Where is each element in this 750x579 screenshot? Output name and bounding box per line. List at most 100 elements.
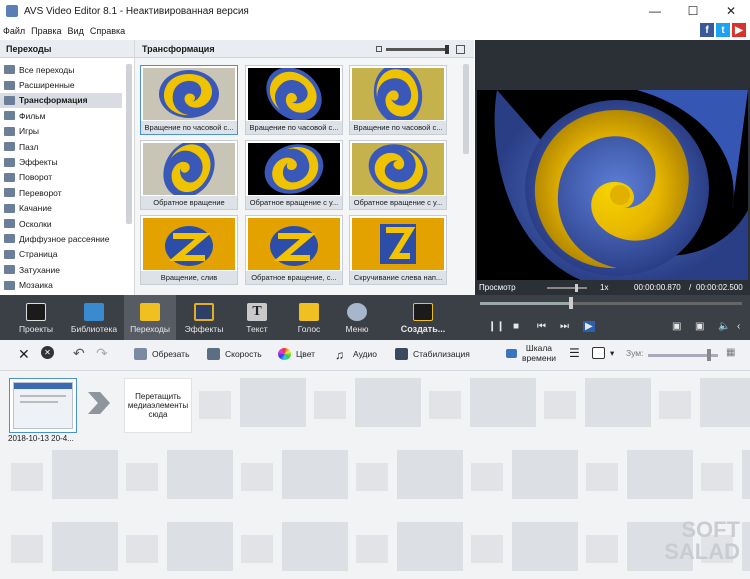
empty-transition-slot[interactable] bbox=[11, 463, 43, 491]
delete-icon[interactable]: ✕ bbox=[18, 346, 30, 363]
empty-clip-slot[interactable] bbox=[585, 378, 651, 427]
thumb-size-slider[interactable] bbox=[386, 48, 448, 51]
empty-clip-slot[interactable] bbox=[240, 378, 306, 427]
empty-clip-slot[interactable] bbox=[397, 450, 463, 499]
transition-thumbnail[interactable]: Вращение по часовой с... bbox=[140, 65, 238, 135]
empty-clip-slot[interactable] bbox=[512, 450, 578, 499]
empty-clip-slot[interactable] bbox=[627, 450, 693, 499]
empty-transition-slot[interactable] bbox=[471, 463, 503, 491]
empty-transition-slot[interactable] bbox=[314, 391, 346, 419]
empty-transition-slot[interactable] bbox=[11, 535, 43, 563]
transition-thumbnail[interactable]: Обратное вращение bbox=[140, 140, 238, 210]
empty-clip-slot[interactable] bbox=[470, 378, 536, 427]
next-frame-icon[interactable]: ⏭ bbox=[560, 321, 569, 332]
empty-transition-slot[interactable] bbox=[126, 535, 158, 563]
maximize-button[interactable]: ☐ bbox=[674, 0, 712, 22]
remove-all-icon[interactable]: ✕ bbox=[41, 346, 54, 359]
drop-zone[interactable]: Перетащить медиаэлементы сюда bbox=[124, 378, 192, 433]
close-button[interactable]: ✕ bbox=[712, 0, 750, 22]
menu-edit[interactable]: Правка bbox=[28, 26, 64, 36]
transition-thumbnail[interactable]: Обратное вращение с у... bbox=[245, 140, 343, 210]
pause-icon[interactable]: ❙❙ bbox=[488, 321, 505, 332]
color-button[interactable]: Цвет bbox=[278, 348, 315, 360]
empty-transition-slot[interactable] bbox=[356, 463, 388, 491]
empty-clip-slot[interactable] bbox=[355, 378, 421, 427]
transition-slot-arrow-icon[interactable] bbox=[88, 392, 110, 414]
category-item[interactable]: Все переходы bbox=[0, 62, 122, 77]
category-item[interactable]: Трансформация bbox=[0, 92, 122, 109]
category-item[interactable]: Мозаика bbox=[0, 277, 122, 292]
fullscreen-play-icon[interactable]: ▶ bbox=[583, 321, 595, 332]
category-item[interactable]: Поворот bbox=[0, 170, 122, 185]
menu-file[interactable]: Файл bbox=[0, 26, 28, 36]
video-clip[interactable] bbox=[9, 378, 77, 433]
transitions-button[interactable]: Переходы bbox=[124, 295, 176, 340]
transition-thumbnail[interactable]: Обратное вращение с у... bbox=[349, 140, 447, 210]
thumb-size-handle[interactable] bbox=[445, 45, 449, 54]
volume-icon[interactable]: 🔈 bbox=[718, 321, 730, 332]
empty-clip-slot[interactable] bbox=[282, 450, 348, 499]
projects-button[interactable]: Проекты bbox=[10, 295, 62, 340]
transition-thumbnail[interactable]: Вращение по часовой с... bbox=[245, 65, 343, 135]
stop-icon[interactable]: ■ bbox=[513, 321, 519, 332]
transition-thumbnail[interactable]: Обратное вращение, с... bbox=[245, 215, 343, 285]
empty-transition-slot[interactable] bbox=[544, 391, 576, 419]
empty-clip-slot[interactable] bbox=[167, 522, 233, 571]
category-item[interactable]: Расширенные bbox=[0, 77, 122, 92]
categories-scrollbar[interactable] bbox=[126, 64, 132, 224]
category-item[interactable]: Эффекты bbox=[0, 154, 122, 169]
empty-clip-slot[interactable] bbox=[512, 522, 578, 571]
category-item[interactable]: Диффузное рассеяние bbox=[0, 231, 122, 246]
trim-button[interactable]: Обрезать bbox=[134, 348, 190, 360]
transition-thumbnail[interactable]: Скручивание слева нап... bbox=[349, 215, 447, 285]
library-button[interactable]: Библиотека bbox=[66, 295, 122, 340]
speed-button[interactable]: Скорость bbox=[207, 348, 262, 360]
empty-transition-slot[interactable] bbox=[659, 391, 691, 419]
transition-thumbnail[interactable]: Вращение по часовой с... bbox=[349, 65, 447, 135]
category-item[interactable]: Страница bbox=[0, 247, 122, 262]
empty-transition-slot[interactable] bbox=[241, 535, 273, 563]
empty-transition-slot[interactable] bbox=[701, 463, 733, 491]
empty-clip-slot[interactable] bbox=[52, 450, 118, 499]
empty-clip-slot[interactable] bbox=[397, 522, 463, 571]
minimize-button[interactable]: — bbox=[636, 0, 674, 22]
empty-transition-slot[interactable] bbox=[586, 463, 618, 491]
empty-clip-slot[interactable] bbox=[282, 522, 348, 571]
category-item[interactable]: Игры bbox=[0, 124, 122, 139]
empty-transition-slot[interactable] bbox=[429, 391, 461, 419]
timeline-scale-button[interactable]: Шкала времени bbox=[506, 343, 556, 363]
empty-clip-slot[interactable] bbox=[742, 450, 750, 499]
large-thumbs-icon[interactable] bbox=[456, 45, 465, 54]
empty-transition-slot[interactable] bbox=[126, 463, 158, 491]
aspect-ratio-button[interactable]: ▾ bbox=[592, 347, 614, 359]
voice-button[interactable]: Голос bbox=[288, 295, 330, 340]
stabilize-button[interactable]: Стабилизация bbox=[395, 348, 470, 360]
empty-clip-slot[interactable] bbox=[167, 450, 233, 499]
preview-progress-handle[interactable] bbox=[569, 297, 574, 309]
audio-button[interactable]: ♫ Аудио bbox=[335, 348, 377, 362]
menu-button[interactable]: Меню bbox=[336, 295, 378, 340]
empty-clip-slot[interactable] bbox=[742, 522, 750, 571]
empty-clip-slot[interactable] bbox=[700, 378, 750, 427]
detach-preview-icon[interactable]: ▣ bbox=[672, 321, 681, 332]
audio-mixer-icon[interactable]: ☰ bbox=[569, 346, 580, 360]
menu-help[interactable]: Справка bbox=[87, 26, 128, 36]
category-item[interactable]: Осколки bbox=[0, 216, 122, 231]
undo-icon[interactable]: ↶ bbox=[73, 345, 85, 362]
create-button[interactable]: Создать... bbox=[394, 295, 452, 340]
speed-slider[interactable] bbox=[547, 287, 587, 289]
empty-transition-slot[interactable] bbox=[471, 535, 503, 563]
empty-transition-slot[interactable] bbox=[241, 463, 273, 491]
prev-frame-icon[interactable]: ⏮ bbox=[537, 321, 546, 332]
category-item[interactable]: Качание bbox=[0, 201, 122, 216]
youtube-icon[interactable]: ▶ bbox=[732, 23, 746, 37]
facebook-icon[interactable]: f bbox=[700, 23, 714, 37]
category-item[interactable]: Затухание bbox=[0, 262, 122, 277]
empty-transition-slot[interactable] bbox=[199, 391, 231, 419]
redo-icon[interactable]: ↷ bbox=[96, 345, 108, 362]
category-item[interactable]: Фильм bbox=[0, 108, 122, 123]
transitions-scrollbar[interactable] bbox=[463, 64, 469, 154]
category-item[interactable]: Пазл bbox=[0, 139, 122, 154]
category-item[interactable]: Переворот bbox=[0, 185, 122, 200]
empty-clip-slot[interactable] bbox=[52, 522, 118, 571]
